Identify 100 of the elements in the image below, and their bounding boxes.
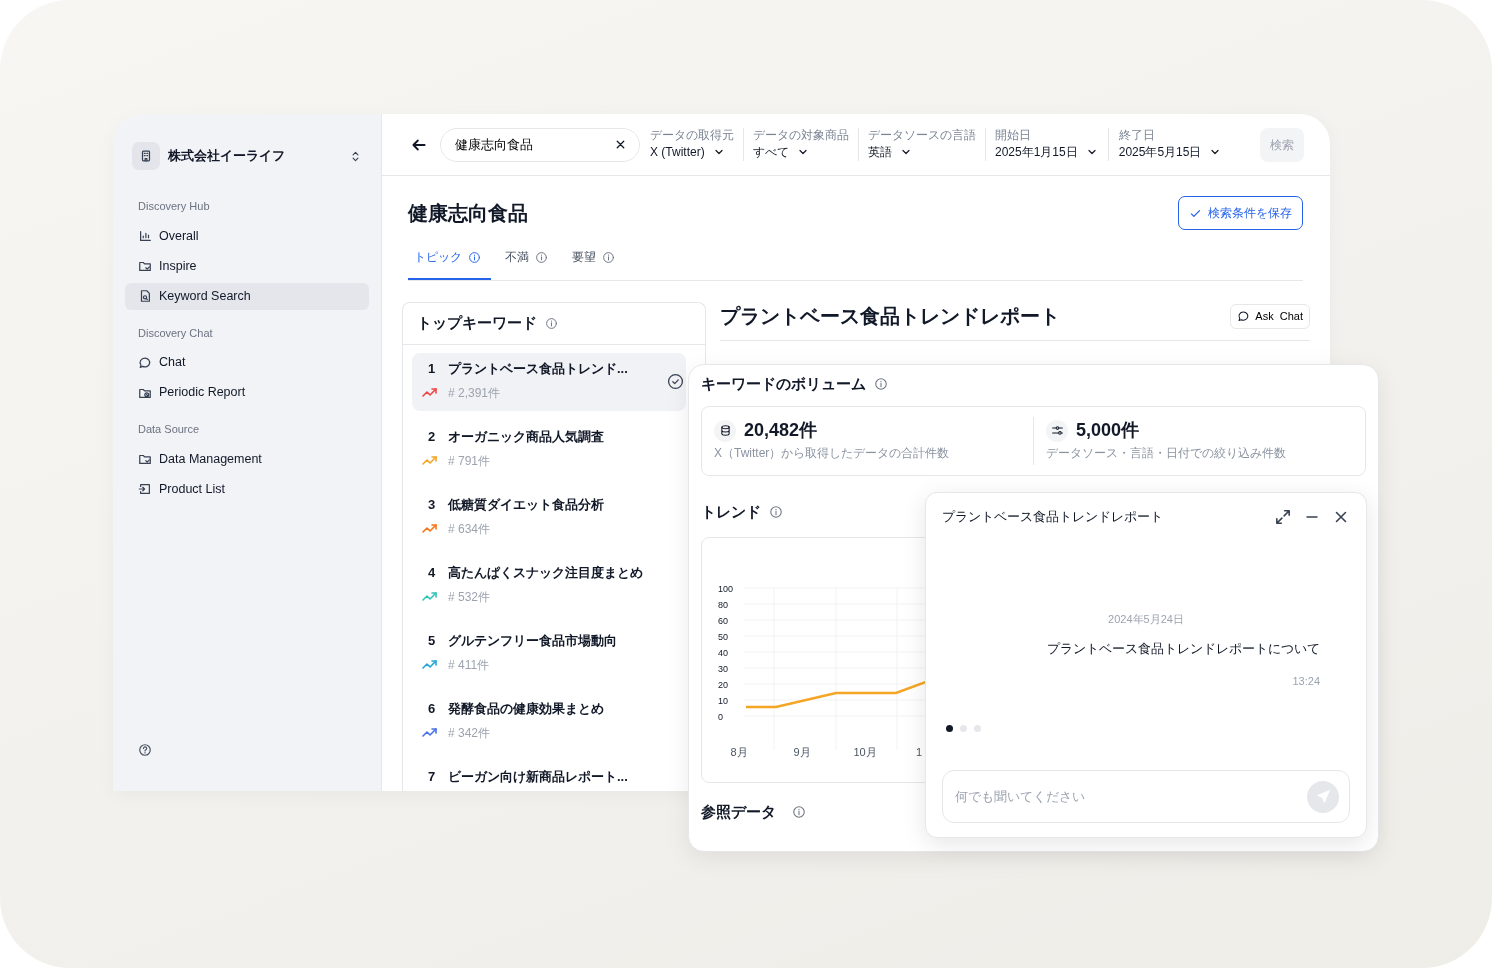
expand-button[interactable] (1274, 507, 1292, 526)
clear-button[interactable] (614, 138, 627, 151)
help-icon (138, 743, 152, 757)
search-field[interactable]: 健康志向食品 (453, 133, 614, 156)
stat-value: 20,482件 (744, 419, 818, 442)
bar-chart-icon (138, 229, 152, 243)
sidebar-item[interactable]: Keyword Search (125, 282, 369, 310)
sidebar-item[interactable]: Product List (125, 475, 369, 503)
card-title: トップキーワード (417, 313, 537, 333)
y-axis-label: 50 (718, 632, 728, 642)
chat-icon (1237, 309, 1251, 323)
y-axis-label: 40 (718, 648, 728, 658)
keyword-title: 高たんぱくスナック注目度まとめ (448, 564, 644, 582)
keyword-count: # 411件 (448, 656, 491, 674)
keyword-count: # 791件 (448, 452, 492, 470)
send-icon (1315, 789, 1331, 804)
info-icon (602, 250, 615, 264)
stat-caption: X（Twitter）から取得したデータの合計件数 (714, 445, 951, 462)
keyword-rank: 1 (428, 360, 437, 378)
y-axis-label: 60 (718, 616, 728, 626)
filter-dropdown[interactable]: 2025年1月15日 (995, 143, 1098, 162)
document-search-icon (138, 289, 152, 303)
stat-caption: データソース・言語・日付での絞り込み件数 (1046, 445, 1287, 462)
keyword-item[interactable]: 4 高たんぱくスナック注目度まとめ # 532件 (412, 557, 686, 615)
keyword-title: 発酵食品の健康効果まとめ (448, 700, 605, 718)
expand-icon (1274, 507, 1292, 526)
chat-message: プラントベース食品トレンドレポートについて (1046, 640, 1321, 658)
filter-label: 開始日 (995, 127, 1032, 144)
info-icon (769, 505, 783, 519)
keyword-rank: 2 (428, 428, 437, 446)
keyword-item[interactable]: 1 プラントベース食品トレンド... # 2,391件 (412, 353, 686, 411)
keyword-rank: 6 (428, 700, 437, 718)
filter-label: データの対象商品 (753, 127, 849, 144)
x-axis-label: 1 (916, 746, 923, 758)
sidebar-item[interactable]: Overall (125, 222, 369, 250)
section-heading: Discovery Hub (137, 199, 211, 214)
keyword-title: 低糖質ダイエット食品分析 (448, 496, 605, 514)
keyword-title: オーガニック商品人気調査 (448, 428, 605, 446)
keyword-title: ビーガン向け新商品レポート... (448, 768, 629, 786)
report-title: プラントベース食品トレンドレポート (720, 304, 1060, 329)
filter-label: データの取得元 (650, 127, 734, 144)
y-axis-label: 20 (718, 680, 728, 690)
section-title: キーワードのボリューム (701, 375, 866, 393)
minimize-button[interactable] (1305, 515, 1319, 518)
keyword-rank: 4 (428, 564, 437, 582)
filter-dropdown[interactable]: 英語 (868, 143, 976, 162)
info-icon (535, 250, 548, 264)
x-axis-label: 9月 (793, 746, 811, 758)
page-dot[interactable] (946, 725, 953, 732)
keyword-rank: 7 (428, 768, 437, 786)
chat-composer[interactable]: 何でも聞いてください (942, 770, 1350, 823)
organization-name: 株式会社イーライフ (168, 147, 286, 165)
sidebar-item[interactable]: Data Management (125, 445, 369, 473)
info-icon (792, 805, 806, 819)
keyword-count: # 634件 (448, 520, 492, 538)
message-field[interactable]: 何でも聞いてください (953, 785, 1307, 808)
keyword-item[interactable]: 5 グルテンフリー食品市場動向 # 411件 (412, 625, 686, 683)
building-icon (132, 142, 160, 170)
folder-icon (138, 452, 152, 466)
chat-title: プラントベース食品トレンドレポート (942, 508, 1164, 526)
minimize-icon (1305, 515, 1319, 518)
database-icon (714, 419, 736, 442)
section-title: 参照データ (701, 803, 776, 821)
keyword-title: グルテンフリー食品市場動向 (448, 632, 618, 650)
chat-icon (138, 355, 152, 370)
keyword-rank: 5 (428, 632, 437, 650)
organization-switcher[interactable]: 株式会社イーライフ (125, 142, 369, 170)
info-icon (874, 377, 888, 391)
y-axis-label: 100 (718, 584, 734, 594)
page-dot[interactable] (974, 725, 981, 732)
tab[interactable]: 要望 (566, 248, 625, 280)
x-axis-label: 8月 (730, 746, 748, 758)
filter-dropdown[interactable]: 2025年5月15日 (1118, 143, 1222, 162)
x-axis-label: 10月 (853, 746, 877, 758)
filter-dropdown[interactable]: X (Twitter) (650, 143, 734, 162)
tab[interactable]: 不満 (499, 248, 558, 280)
info-icon (468, 250, 481, 264)
keyword-count: # 342件 (448, 724, 492, 742)
folder-icon (138, 259, 152, 273)
stat-value: 5,000件 (1076, 419, 1140, 442)
keyword-item[interactable]: 2 オーガニック商品人気調査 # 791件 (412, 421, 686, 479)
section-heading: Data Source (137, 422, 201, 437)
keyword-item[interactable]: 3 低糖質ダイエット食品分析 # 634件 (412, 489, 686, 547)
keyword-rank: 3 (428, 496, 437, 514)
keyword-item[interactable]: 6 発酵食品の健康効果まとめ # 342件 (412, 693, 686, 751)
filter-label: 終了日 (1118, 127, 1156, 144)
tab[interactable]: トピック (408, 248, 491, 280)
info-icon (545, 317, 558, 330)
sidebar-item[interactable]: Chat (125, 349, 369, 376)
sidebar-item[interactable]: Periodic Report (125, 379, 369, 406)
filter-dropdown[interactable]: すべて (753, 143, 849, 162)
section-heading: Discovery Chat (137, 325, 214, 341)
sidebar-item[interactable]: Inspire (125, 252, 369, 280)
ask-chat-button[interactable]: Ask Chat (1230, 304, 1310, 329)
save-search-button[interactable]: 検索条件を保存 (1178, 196, 1303, 230)
page-dot[interactable] (960, 725, 967, 732)
sliders-icon (1046, 419, 1068, 442)
message-time: 13:24 (1291, 673, 1321, 689)
keyword-count: # 2,391件 (448, 384, 502, 402)
keyword-item[interactable]: 7 ビーガン向け新商品レポート... (412, 761, 686, 791)
